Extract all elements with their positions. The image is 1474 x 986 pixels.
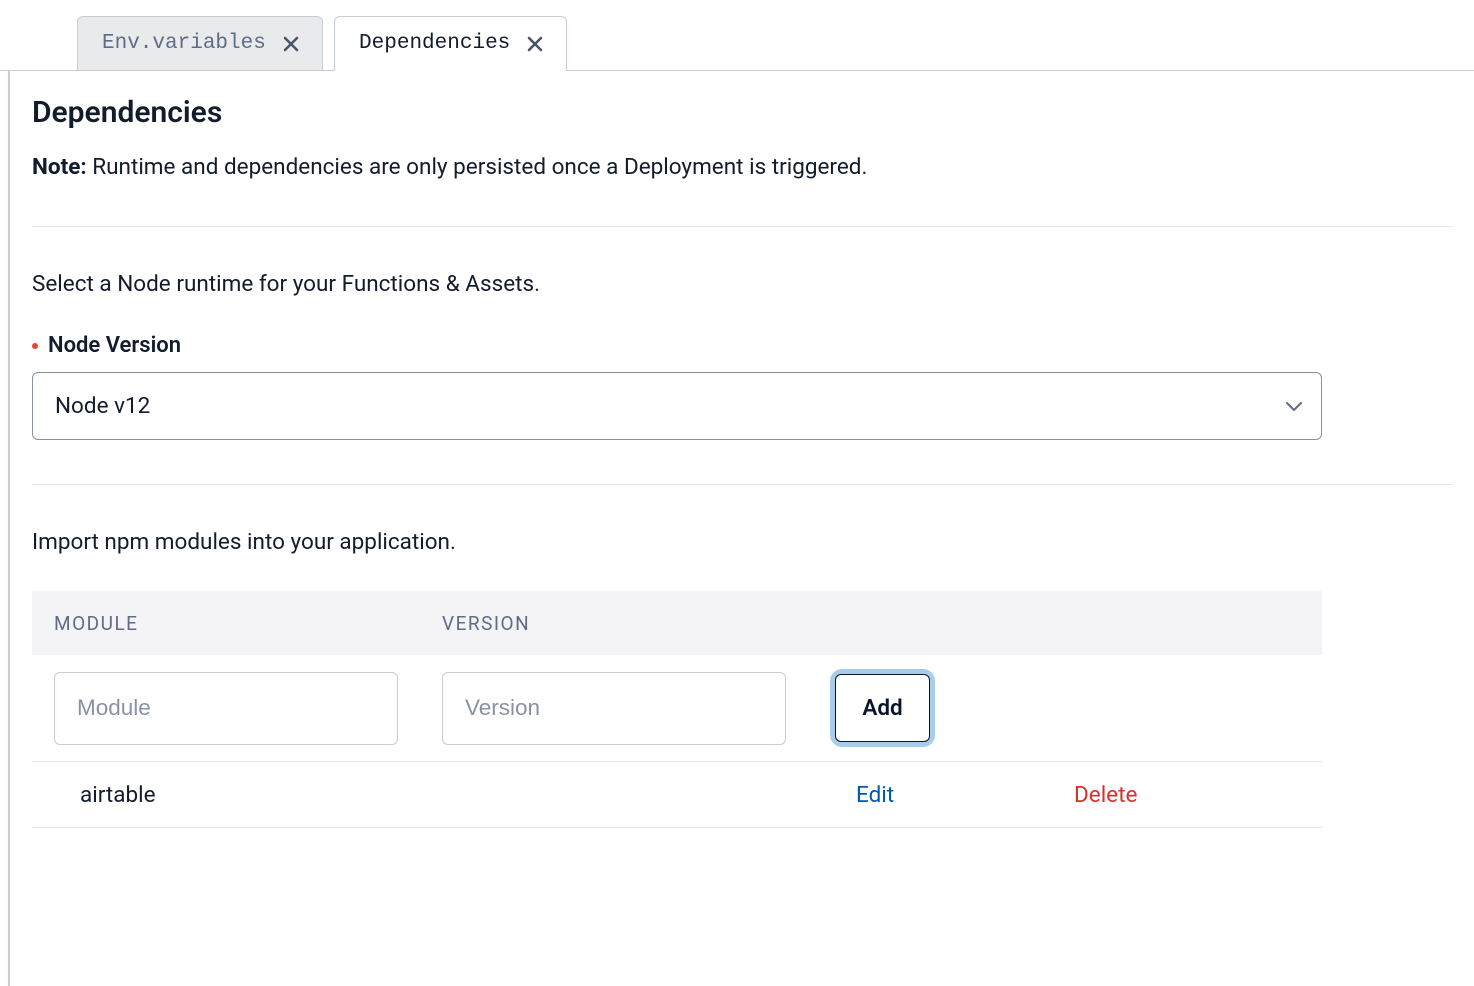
edit-module-link[interactable]: Edit bbox=[856, 782, 894, 808]
persist-note: Note: Runtime and dependencies are only … bbox=[32, 154, 1452, 180]
modules-table: MODULE VERSION Add bbox=[32, 591, 1322, 828]
section-divider bbox=[32, 484, 1452, 485]
table-header-row: MODULE VERSION bbox=[32, 591, 1322, 655]
tabs-row: Env.variables Dependencies bbox=[0, 0, 1474, 71]
tab-label: Dependencies bbox=[359, 32, 510, 55]
node-version-value: Node v12 bbox=[55, 393, 150, 419]
close-icon[interactable] bbox=[524, 33, 546, 55]
note-text: Runtime and dependencies are only persis… bbox=[92, 154, 867, 180]
note-label: Note: bbox=[32, 154, 87, 180]
add-button-label: Add bbox=[862, 695, 902, 721]
chevron-down-icon bbox=[1286, 394, 1302, 418]
tab-env-variables[interactable]: Env.variables bbox=[77, 16, 323, 71]
add-module-row: Add bbox=[32, 655, 1322, 762]
node-version-select[interactable]: Node v12 bbox=[32, 372, 1322, 440]
table-row: airtable Edit Delete bbox=[32, 762, 1322, 828]
col-header-module: MODULE bbox=[54, 612, 442, 635]
module-name-input[interactable] bbox=[54, 672, 398, 745]
tab-dependencies[interactable]: Dependencies bbox=[334, 16, 567, 71]
module-version-input[interactable] bbox=[442, 672, 786, 745]
page-title: Dependencies bbox=[32, 95, 1452, 130]
col-header-version: VERSION bbox=[442, 612, 830, 635]
npm-lead: Import npm modules into your application… bbox=[32, 529, 1452, 555]
close-icon[interactable] bbox=[280, 33, 302, 55]
node-version-label: Node Version bbox=[32, 333, 1452, 358]
tab-label: Env.variables bbox=[102, 32, 266, 55]
module-name-cell: airtable bbox=[80, 782, 468, 808]
delete-module-link[interactable]: Delete bbox=[1074, 782, 1137, 808]
section-divider bbox=[32, 226, 1452, 227]
node-version-label-text: Node Version bbox=[48, 333, 181, 358]
runtime-lead: Select a Node runtime for your Functions… bbox=[32, 271, 1452, 297]
add-module-button[interactable]: Add bbox=[830, 669, 935, 747]
required-indicator-icon bbox=[32, 343, 38, 349]
